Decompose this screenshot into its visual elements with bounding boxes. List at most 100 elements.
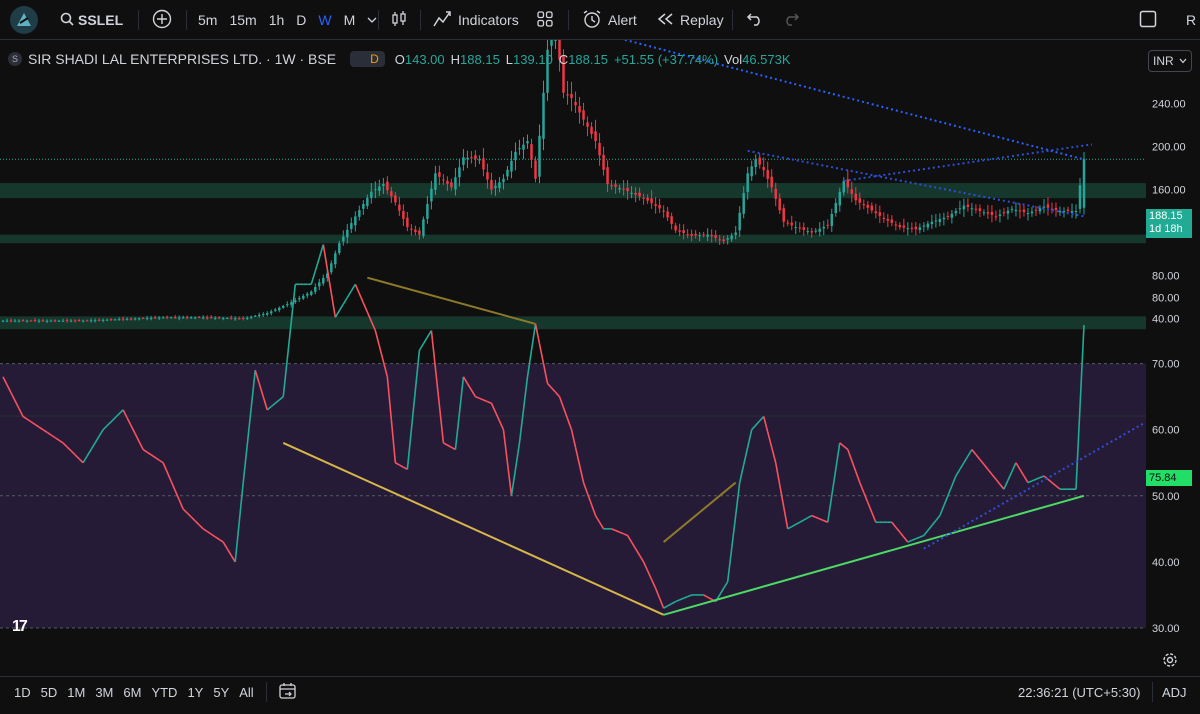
interval-m[interactable]: M: [344, 12, 356, 28]
rsi-line-segment: [350, 283, 357, 292]
candle-body: [193, 317, 197, 319]
candle-body: [798, 227, 801, 229]
candle-body: [294, 300, 297, 303]
candle-body: [109, 319, 113, 321]
chart-canvas[interactable]: Sep2021MaySep2022MaySep2023MayAug2024: [0, 40, 1146, 640]
plus-circle-icon: [152, 9, 172, 32]
chart-type-button[interactable]: [390, 0, 408, 40]
candle-body: [914, 226, 918, 230]
symbol-search[interactable]: SSLEL: [60, 0, 123, 40]
candle-body: [378, 186, 381, 191]
candle-body: [97, 319, 101, 321]
candle-body: [402, 211, 405, 219]
alert-button[interactable]: Alert: [582, 0, 637, 40]
interval-1h[interactable]: 1h: [269, 12, 285, 28]
adjust-toggle[interactable]: ADJ: [1162, 677, 1187, 707]
range-5y[interactable]: 5Y: [213, 685, 229, 700]
toolbar-right-partial[interactable]: R: [1186, 0, 1196, 40]
candle-body: [161, 317, 165, 319]
candle-body: [197, 316, 201, 318]
candle-body: [1014, 209, 1018, 212]
candle-body: [690, 234, 693, 236]
range-3m[interactable]: 3M: [95, 685, 113, 700]
chart-settings-button[interactable]: [1162, 652, 1178, 671]
candle-body: [670, 216, 673, 224]
candle-body: [89, 320, 93, 322]
interval-15m[interactable]: 15m: [229, 12, 256, 28]
candle-body: [169, 317, 173, 319]
candle-body: [714, 235, 717, 238]
candle-body: [173, 317, 177, 319]
rsi-tick-label: 50.00: [1152, 491, 1180, 503]
candle-body: [982, 212, 986, 214]
candle-body: [654, 204, 657, 206]
candle-body: [718, 239, 721, 241]
goto-date-button[interactable]: [278, 677, 298, 707]
currency-selector[interactable]: INR: [1148, 50, 1192, 72]
candle-body: [586, 122, 589, 127]
candle-body: [1078, 185, 1082, 209]
range-5d[interactable]: 5D: [41, 685, 58, 700]
candle-body: [157, 317, 161, 319]
compare-add-button[interactable]: [152, 0, 172, 40]
candle-body: [1002, 212, 1006, 214]
clock-timezone[interactable]: 22:36:21 (UTC+5:30): [1018, 677, 1140, 707]
candle-body: [682, 230, 685, 234]
candle-body: [878, 212, 882, 216]
divider: [266, 682, 267, 702]
change-value: +51.55 (+37.74%): [613, 51, 719, 67]
candle-body: [662, 210, 665, 212]
candle-body: [582, 110, 585, 120]
rewind-icon: [656, 12, 674, 29]
range-6m[interactable]: 6M: [123, 685, 141, 700]
rsi-value-badge: 75.84: [1146, 470, 1192, 486]
interval-d[interactable]: D: [296, 12, 306, 28]
candle-body: [177, 317, 181, 319]
candle-body: [902, 225, 906, 228]
rsi-line-segment: [346, 290, 353, 298]
candle-body: [442, 179, 445, 181]
candle-body: [185, 317, 189, 319]
interval-5m[interactable]: 5m: [198, 12, 217, 28]
candle-body: [538, 135, 541, 177]
brand-logo-icon[interactable]: [10, 6, 38, 34]
candle-body: [858, 198, 862, 203]
tradingview-logo[interactable]: 17: [12, 618, 28, 636]
candle-body: [642, 197, 645, 199]
rsi-line-segment: [358, 293, 365, 304]
replay-button[interactable]: Replay: [656, 0, 724, 40]
candle-body: [890, 219, 894, 223]
candle-body: [57, 320, 61, 322]
range-1m[interactable]: 1M: [67, 685, 85, 700]
divider: [568, 10, 569, 30]
candle-body: [970, 208, 974, 210]
indicators-button[interactable]: Indicators: [432, 0, 519, 40]
candle-body: [298, 298, 301, 300]
candle-body: [181, 317, 185, 319]
symbol-title[interactable]: SIR SHADI LAL ENTERPRISES LTD. · 1W · BS…: [28, 51, 336, 67]
candle-body: [434, 173, 437, 190]
candle-body: [634, 192, 637, 195]
range-1d[interactable]: 1D: [14, 685, 31, 700]
chevron-down-icon[interactable]: [367, 12, 377, 28]
price-scale[interactable]: 40.0080.00120.00160.00200.00240.0030.004…: [1146, 40, 1200, 640]
undo-button[interactable]: [746, 0, 764, 40]
candle-body: [61, 320, 65, 322]
range-1y[interactable]: 1Y: [187, 685, 203, 700]
range-ytd[interactable]: YTD: [151, 685, 177, 700]
rsi-tick-label: 40.00: [1152, 557, 1180, 569]
data-source-badge[interactable]: D: [350, 51, 385, 67]
redo-button[interactable]: [782, 0, 800, 40]
candle-body: [594, 131, 597, 142]
price-tick-label: 200.00: [1152, 142, 1186, 154]
range-all[interactable]: All: [239, 685, 253, 700]
interval-w[interactable]: W: [318, 12, 331, 28]
candle-body: [77, 320, 81, 322]
candle-body: [990, 211, 994, 216]
candle-body: [778, 198, 781, 211]
open-label: O: [394, 51, 405, 67]
fullscreen-button[interactable]: [1138, 0, 1158, 40]
candle-body: [898, 224, 902, 228]
candles-icon: [390, 10, 408, 31]
templates-button[interactable]: [536, 0, 554, 40]
